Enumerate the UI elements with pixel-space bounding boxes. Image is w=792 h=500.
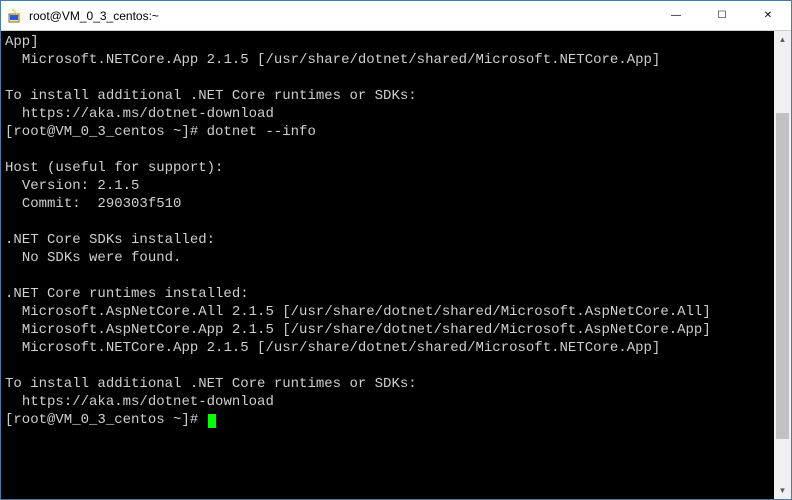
terminal-line: https://aka.ms/dotnet-download (5, 105, 770, 123)
terminal-line (5, 357, 770, 375)
maximize-button[interactable]: ☐ (699, 1, 745, 30)
scroll-up-button[interactable]: ▲ (774, 31, 791, 48)
terminal-line: [root@VM_0_3_centos ~]# dotnet --info (5, 123, 770, 141)
close-button[interactable]: ✕ (745, 1, 791, 30)
terminal-line: https://aka.ms/dotnet-download (5, 393, 770, 411)
client-area: App] Microsoft.NETCore.App 2.1.5 [/usr/s… (1, 31, 791, 499)
terminal-line: Microsoft.AspNetCore.App 2.1.5 [/usr/sha… (5, 321, 770, 339)
terminal-line (5, 69, 770, 87)
scroll-down-button[interactable]: ▼ (774, 482, 791, 499)
terminal-line: Commit: 290303f510 (5, 195, 770, 213)
window-title: root@VM_0_3_centos:~ (29, 9, 647, 23)
terminal-line: To install additional .NET Core runtimes… (5, 87, 770, 105)
scroll-track[interactable] (774, 48, 791, 482)
terminal-cursor (208, 414, 216, 428)
terminal-line: No SDKs were found. (5, 249, 770, 267)
terminal-line (5, 213, 770, 231)
terminal-line: .NET Core SDKs installed: (5, 231, 770, 249)
minimize-button[interactable]: — (653, 1, 699, 30)
titlebar[interactable]: root@VM_0_3_centos:~ — ☐ ✕ (1, 1, 791, 31)
terminal-output[interactable]: App] Microsoft.NETCore.App 2.1.5 [/usr/s… (1, 31, 774, 499)
terminal-line (5, 141, 770, 159)
putty-icon (7, 8, 23, 24)
window-controls: — ☐ ✕ (653, 1, 791, 30)
terminal-line (5, 267, 770, 285)
terminal-line: Host (useful for support): (5, 159, 770, 177)
terminal-line: Microsoft.AspNetCore.All 2.1.5 [/usr/sha… (5, 303, 770, 321)
scroll-thumb[interactable] (776, 113, 789, 439)
terminal-line: Microsoft.NETCore.App 2.1.5 [/usr/share/… (5, 51, 770, 69)
terminal-line: App] (5, 33, 770, 51)
terminal-line: Version: 2.1.5 (5, 177, 770, 195)
terminal-prompt: [root@VM_0_3_centos ~]# (5, 412, 207, 428)
vertical-scrollbar[interactable]: ▲ ▼ (774, 31, 791, 499)
terminal-prompt-line[interactable]: [root@VM_0_3_centos ~]# (5, 411, 770, 429)
terminal-line: Microsoft.NETCore.App 2.1.5 [/usr/share/… (5, 339, 770, 357)
terminal-line: .NET Core runtimes installed: (5, 285, 770, 303)
terminal-line: To install additional .NET Core runtimes… (5, 375, 770, 393)
app-window: root@VM_0_3_centos:~ — ☐ ✕ App] Microsof… (0, 0, 792, 500)
